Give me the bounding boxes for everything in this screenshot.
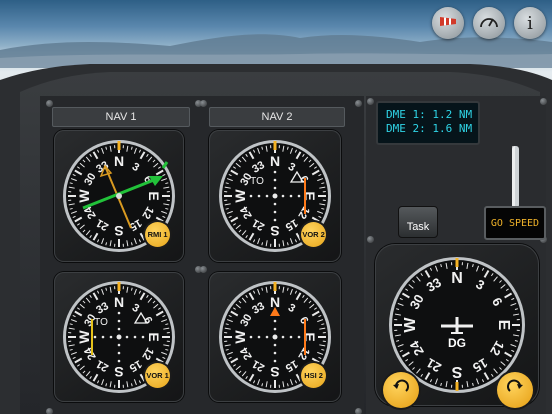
- rotate-left-icon: [391, 378, 411, 403]
- panel-screw: [540, 98, 547, 105]
- compass-label: S: [451, 363, 462, 380]
- instrument-badge-0[interactable]: RMI 1: [145, 222, 171, 248]
- compass-label: S: [114, 364, 123, 380]
- task-label: Task: [406, 221, 430, 233]
- panel-screw: [200, 266, 207, 273]
- panel-screw: [46, 408, 53, 414]
- panel-screw: [200, 100, 207, 107]
- compass-label: E: [495, 320, 512, 331]
- panel-screw: [367, 98, 374, 105]
- compass-label: N: [114, 153, 124, 169]
- go-speed-button[interactable]: GO SPEED: [484, 206, 546, 240]
- info-button[interactable]: i: [514, 7, 546, 39]
- go-speed-label: GO SPEED: [490, 217, 540, 229]
- compass-label: E: [146, 191, 162, 200]
- cockpit-screen: i NAV 1 NAV 2 N 3 6 E 12 15 S 21 24 W 30 33 RMI 1N36…: [0, 0, 552, 414]
- compass-label: N: [451, 270, 463, 287]
- compass-label: N: [270, 153, 280, 169]
- compass-label: E: [146, 332, 162, 341]
- dme1-readout: DME 1: 1.2 NM: [386, 108, 473, 121]
- panel-screw: [46, 100, 53, 107]
- instrument-badge-2[interactable]: VOR 1: [145, 363, 171, 389]
- panel-screw: [355, 100, 362, 107]
- panel-screw: [355, 408, 362, 414]
- compass-label: S: [114, 223, 123, 239]
- compass-label: W: [76, 189, 92, 203]
- dme2-readout: DME 2: 1.6 NM: [386, 122, 473, 135]
- compass-label: N: [114, 294, 124, 310]
- throttle-lever[interactable]: [500, 140, 530, 210]
- instrument-badge-1[interactable]: VOR 2: [301, 222, 327, 248]
- compass-label: W: [76, 330, 92, 344]
- panel-screw: [367, 236, 374, 243]
- task-button[interactable]: Task: [398, 206, 438, 238]
- rotate-left-button[interactable]: [383, 372, 419, 408]
- info-icon: i: [527, 12, 533, 34]
- compass-label: S: [270, 364, 279, 380]
- to-from-flag: TO: [250, 176, 264, 187]
- compass-label: W: [402, 317, 419, 333]
- dme-display: DME 1: 1.2 NM DME 2: 1.6 NM: [376, 101, 480, 145]
- windsock-icon: [438, 14, 458, 33]
- rotate-right-icon: [505, 378, 525, 403]
- compass-label: W: [232, 330, 248, 344]
- nav2-label: NAV 2: [209, 107, 345, 127]
- dg-label: DG: [448, 336, 466, 350]
- to-from-flag: TO: [94, 317, 108, 328]
- compass-label: S: [270, 223, 279, 239]
- rotate-right-button[interactable]: [497, 372, 533, 408]
- gauge-button[interactable]: [473, 7, 505, 39]
- instrument-badge-3[interactable]: HSI 2: [301, 363, 327, 389]
- compass-label: W: [232, 189, 248, 203]
- weather-button[interactable]: [432, 7, 464, 39]
- nav1-label: NAV 1: [52, 107, 190, 127]
- gauge-icon: [479, 13, 499, 34]
